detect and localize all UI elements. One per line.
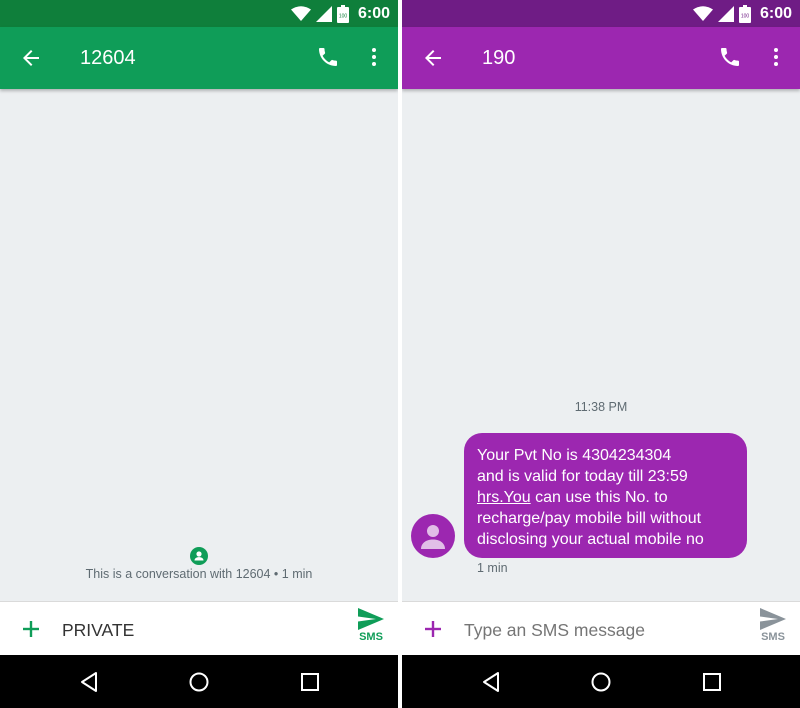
- message-composer: PRIVATE SMS: [0, 601, 398, 655]
- message-text: can use this No. to: [530, 489, 668, 506]
- message-time: 1 min: [477, 561, 508, 575]
- more-vert-icon[interactable]: [764, 45, 788, 69]
- status-icons: 100 6:00: [290, 4, 390, 24]
- right-screen: 100 6:00 190 11:38 PM Your Pvt No is 430…: [402, 0, 800, 708]
- status-time: 6:00: [759, 5, 792, 22]
- arrow-back-icon[interactable]: [421, 46, 445, 70]
- app-bar: 12604: [0, 27, 398, 89]
- square-recents-icon[interactable]: [299, 671, 321, 693]
- message-link[interactable]: hrs.You: [477, 489, 531, 506]
- battery-level: 100: [741, 14, 750, 20]
- left-screen: 100 6:00 12604 This is a conversation wi…: [0, 0, 398, 708]
- battery-level: 100: [339, 14, 348, 20]
- message-line: hrs.You can use this No. to: [477, 487, 737, 508]
- conversation-area: This is a conversation with 12604 • 1 mi…: [0, 89, 398, 601]
- contact-icon: [190, 547, 208, 565]
- avatar[interactable]: [411, 514, 455, 558]
- send-label: SMS: [359, 631, 383, 643]
- message-composer: Type an SMS message SMS: [402, 601, 800, 655]
- circle-home-icon[interactable]: [590, 671, 612, 693]
- send-icon: [358, 608, 384, 630]
- arrow-back-icon[interactable]: [19, 46, 43, 70]
- status-bar: 100 6:00: [0, 0, 398, 27]
- signal-icon: [315, 6, 332, 22]
- square-recents-icon[interactable]: [701, 671, 723, 693]
- message-line: Your Pvt No is 4304234304: [477, 447, 672, 464]
- wifi-icon: [290, 6, 311, 21]
- message-bubble[interactable]: Your Pvt No is 4304234304 and is valid f…: [464, 433, 747, 558]
- message-input[interactable]: PRIVATE: [62, 620, 134, 640]
- plus-icon[interactable]: [422, 618, 444, 640]
- nav-bar: [0, 655, 398, 708]
- conversation-info: This is a conversation with 12604 • 1 mi…: [85, 567, 313, 581]
- status-bar: 100 6:00: [402, 0, 800, 27]
- send-icon: [760, 608, 786, 630]
- battery-icon: 100: [336, 5, 349, 23]
- signal-icon: [717, 6, 734, 22]
- conversation-title: 12604: [80, 47, 136, 69]
- message-line: and is valid for today till 23:59: [477, 468, 688, 485]
- conversation-area: 11:38 PM Your Pvt No is 4304234304 and i…: [402, 89, 800, 601]
- phone-icon[interactable]: [718, 45, 742, 69]
- app-bar: 190: [402, 27, 800, 89]
- send-label: SMS: [761, 631, 785, 643]
- person-icon: [421, 525, 445, 549]
- status-icons: 100 6:00: [692, 4, 792, 24]
- status-time: 6:00: [357, 5, 390, 22]
- conversation-title: 190: [482, 47, 516, 69]
- message-timestamp: 11:38 PM: [574, 400, 628, 414]
- plus-icon[interactable]: [20, 618, 42, 640]
- battery-icon: 100: [738, 5, 751, 23]
- send-button[interactable]: SMS: [760, 608, 786, 652]
- wifi-icon: [692, 6, 713, 21]
- message-line: disclosing your actual mobile no: [477, 531, 704, 548]
- triangle-back-icon[interactable]: [78, 671, 100, 693]
- screens: 100 6:00 12604 This is a conversation wi…: [0, 0, 800, 708]
- message-input[interactable]: Type an SMS message: [464, 620, 645, 640]
- send-button[interactable]: SMS: [358, 608, 384, 652]
- phone-icon[interactable]: [316, 45, 340, 69]
- triangle-back-icon[interactable]: [480, 671, 502, 693]
- nav-bar: [402, 655, 800, 708]
- circle-home-icon[interactable]: [188, 671, 210, 693]
- more-vert-icon[interactable]: [362, 45, 386, 69]
- message-line: recharge/pay mobile bill without: [477, 510, 702, 527]
